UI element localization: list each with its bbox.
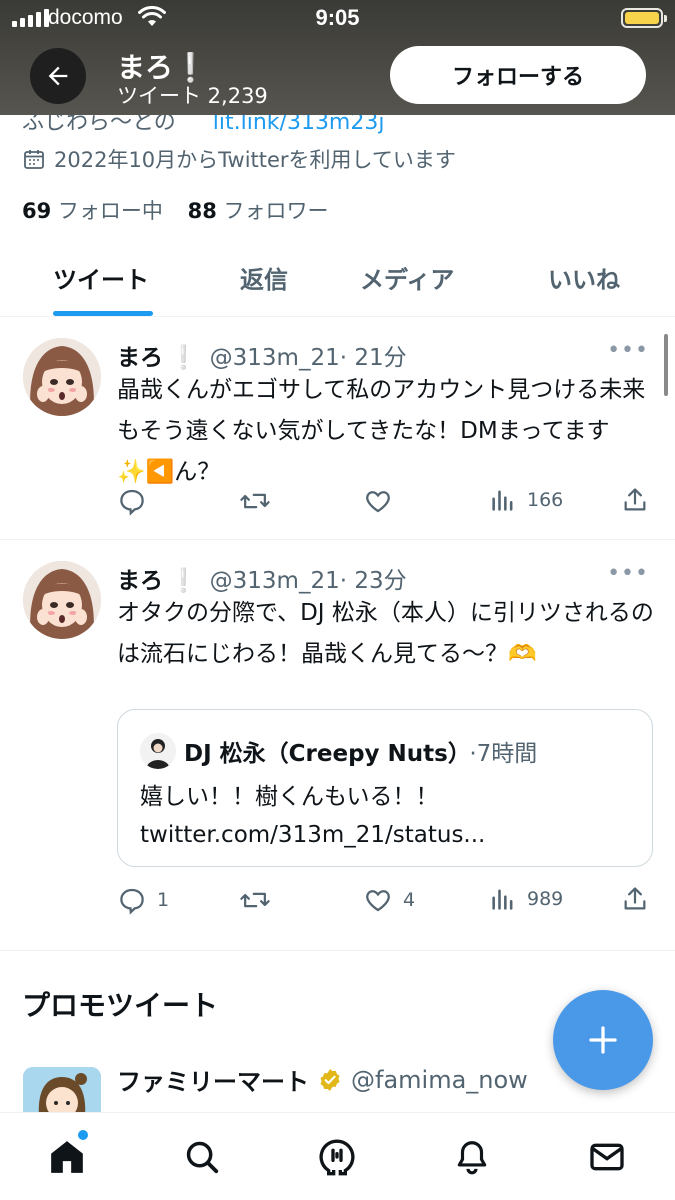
spaces-microphone-icon — [319, 1139, 355, 1176]
profile-header-bar: docomo 9:05 まろ❕ ツイート 2,239 フォローする — [0, 0, 675, 115]
avatar[interactable] — [23, 561, 101, 639]
like-button[interactable]: 4 — [363, 885, 415, 915]
promoted-avatar[interactable] — [23, 1067, 101, 1117]
share-icon — [624, 488, 646, 511]
status-time: 9:05 — [315, 5, 360, 30]
view-count: 166 — [527, 489, 564, 511]
more-options-icon[interactable]: ••• — [607, 561, 649, 586]
active-tab-indicator — [53, 311, 153, 316]
quoted-author-name: DJ 松永（Creepy Nuts） — [184, 741, 460, 767]
status-bar: docomo 9:05 — [0, 0, 675, 38]
tweet-item[interactable]: まろ ❕ @313m_21· 23分 ••• オタクの分際で、DJ 松永（本人）に引… — [0, 541, 675, 951]
calendar-icon — [24, 150, 44, 169]
quoted-tweet[interactable]: DJ 松永（Creepy Nuts） ·7時間 嬉しい！！樹くんもいる！！ twi… — [117, 709, 653, 867]
views-button[interactable]: 989 — [489, 885, 563, 913]
share-button[interactable] — [621, 885, 649, 913]
exclamation-emoji-icon: ❕ — [169, 345, 198, 371]
search-icon — [186, 1141, 219, 1174]
share-button[interactable] — [621, 486, 649, 514]
joined-text: 2022年10月からTwitterを利用しています — [54, 148, 456, 172]
followers-label: フォロワー — [223, 199, 329, 223]
retweet-icon — [240, 892, 270, 908]
nav-messages[interactable] — [585, 1135, 629, 1179]
quoted-header: DJ 松永（Creepy Nuts） ·7時間 — [184, 734, 537, 768]
avatar-illustration — [23, 561, 101, 639]
arrow-left-icon — [48, 66, 68, 86]
bottom-navigation — [0, 1112, 675, 1200]
follow-stats: 69 フォロー中 88 フォロワー — [22, 195, 329, 225]
bell-icon — [457, 1141, 487, 1175]
tweet-actions: 166 — [117, 486, 657, 516]
heart-icon — [366, 491, 390, 513]
analytics-icon — [492, 889, 513, 910]
following-count: 69 — [22, 199, 52, 223]
joined-date: 2022年10月からTwitterを利用しています — [22, 144, 456, 174]
retweet-button[interactable] — [239, 486, 281, 516]
home-icon — [51, 1141, 83, 1173]
plus-icon — [589, 1026, 617, 1054]
tweet-author-handle: @313m_21 — [209, 568, 340, 594]
quoted-text: 嬉しい！！樹くんもいる！！ twitter.com/313m_21/status… — [140, 784, 486, 848]
reply-button[interactable] — [117, 486, 157, 516]
more-options-icon[interactable]: ••• — [607, 338, 649, 363]
tab-tweets[interactable]: ツイート — [53, 260, 149, 295]
compose-tweet-button[interactable] — [553, 990, 653, 1090]
tweet-header: まろ ❕ @313m_21· 21分 — [117, 338, 407, 372]
tab-replies[interactable]: 返信 — [240, 260, 288, 295]
like-button[interactable] — [363, 486, 403, 516]
promoted-avatar-illustration — [23, 1067, 101, 1117]
reply-icon — [120, 489, 144, 516]
promoted-author-handle: @famima_now — [351, 1065, 528, 1094]
back-button[interactable] — [30, 48, 86, 104]
tweet-author-handle: @313m_21 — [209, 345, 340, 371]
avatar[interactable] — [23, 338, 101, 416]
followers-link[interactable]: 88 フォロワー — [188, 199, 329, 223]
tweet-author-name[interactable]: まろ — [117, 568, 163, 594]
tweet-text: オタクの分際で、DJ 松永（本人）に引リツされるのは流石にじわる！晶哉くん見てる… — [117, 600, 654, 667]
promoted-section-title: プロモツイート — [22, 989, 219, 1022]
retweet-button[interactable] — [239, 885, 281, 915]
battery-icon — [621, 8, 667, 28]
heart-icon — [366, 890, 390, 912]
views-button[interactable]: 166 — [489, 486, 563, 514]
following-link[interactable]: 69 フォロー中 — [22, 199, 163, 223]
profile-tabs: ツイート 返信 メディア いいね — [0, 245, 675, 317]
reply-icon — [120, 888, 144, 915]
nav-home[interactable] — [45, 1135, 89, 1179]
verified-badge-icon — [320, 1068, 340, 1091]
tab-likes[interactable]: いいね — [548, 260, 620, 295]
tweet-text: 晶哉くんがエゴサして私のアカウント見つける未来もそう遠くない気がしてきたな！DM… — [117, 377, 646, 485]
scrollbar[interactable] — [664, 334, 668, 396]
exclamation-emoji-icon: ❕ — [169, 568, 198, 594]
tweet-actions: 1 4 989 — [117, 885, 657, 915]
view-count: 989 — [527, 888, 564, 910]
quoted-time: ·7時間 — [469, 741, 538, 767]
tweet-count: ツイート 2,239 — [117, 84, 268, 108]
quoted-avatar-illustration — [140, 733, 176, 769]
tweet-time: · 23分 — [339, 568, 407, 594]
nav-notifications[interactable] — [450, 1135, 494, 1179]
analytics-icon — [492, 490, 513, 511]
mail-icon — [590, 1143, 624, 1171]
retweet-icon — [240, 493, 270, 509]
nav-search[interactable] — [180, 1135, 224, 1179]
tweet-header: まろ ❕ @313m_21· 23分 — [117, 561, 407, 595]
tweet-time: · 21分 — [339, 345, 407, 371]
tweet-author-name[interactable]: まろ — [117, 345, 163, 371]
nav-spaces[interactable] — [315, 1135, 359, 1179]
promoted-author-name[interactable]: ファミリーマート — [117, 1062, 309, 1097]
reply-count: 1 — [157, 889, 170, 911]
home-notification-dot — [78, 1130, 88, 1140]
tweet-item[interactable]: まろ ❕ @313m_21· 21分 ••• 晶哉くんがエゴサして私のアカウント見つ… — [0, 318, 675, 540]
follow-button[interactable]: フォローする — [390, 46, 646, 104]
share-icon — [624, 887, 646, 910]
promoted-header: ファミリーマート @famima_now — [117, 1062, 528, 1097]
reply-button[interactable]: 1 — [117, 885, 169, 915]
followers-count: 88 — [187, 199, 217, 223]
like-count: 4 — [403, 889, 416, 911]
tab-media[interactable]: メディア — [360, 260, 454, 295]
avatar-illustration — [23, 338, 101, 416]
following-label: フォロー中 — [57, 199, 163, 223]
quoted-avatar — [140, 733, 176, 769]
